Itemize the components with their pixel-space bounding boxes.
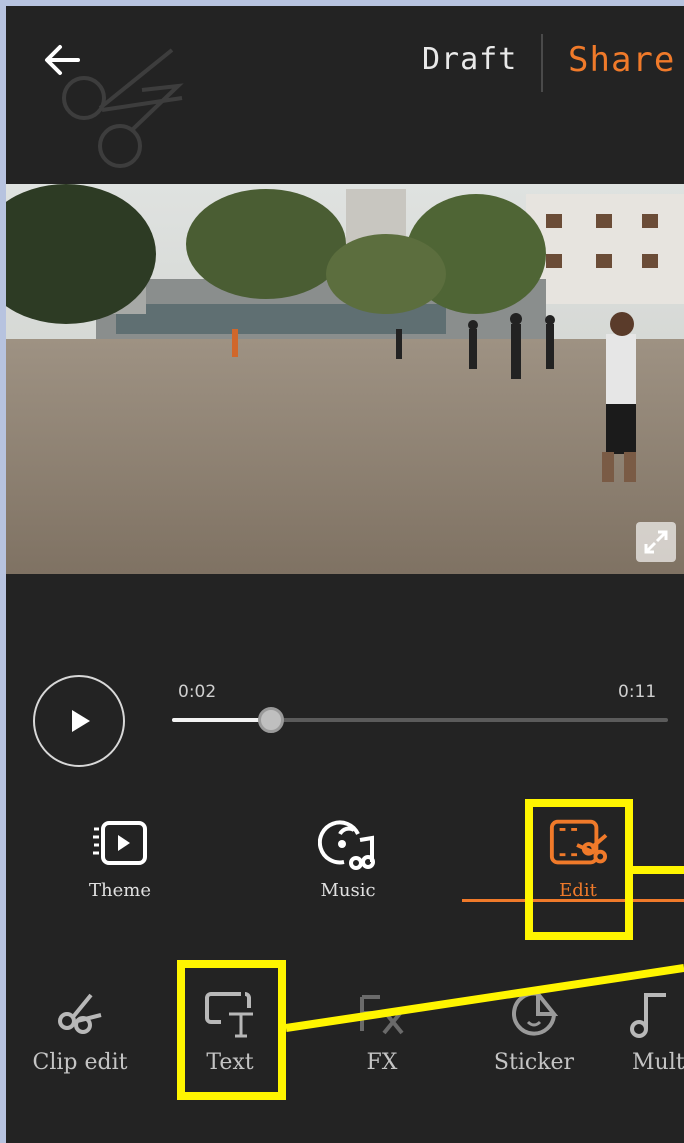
fx-icon <box>360 995 404 1035</box>
play-icon <box>72 710 90 732</box>
back-arrow-icon <box>45 45 80 75</box>
tab-theme-label: Theme <box>89 880 151 901</box>
sticker-icon <box>512 988 559 1036</box>
draft-button[interactable]: Draft <box>422 42 517 77</box>
scissors-icon <box>58 993 102 1034</box>
seek-bar[interactable] <box>172 707 668 733</box>
seek-bar-thumb[interactable] <box>258 707 284 733</box>
tool-multi[interactable]: Multi <box>610 986 684 1075</box>
tool-multi-label: Multi <box>632 1050 684 1075</box>
music-note-icon <box>630 993 666 1038</box>
back-button[interactable] <box>36 34 88 86</box>
tab-music-label: Music <box>320 880 376 901</box>
highlight-box-edit <box>525 799 633 940</box>
tool-sticker-label: Sticker <box>493 1050 575 1075</box>
tool-sticker[interactable]: Sticker <box>474 986 594 1075</box>
current-time: 0:02 <box>178 682 217 702</box>
tool-fx[interactable]: FX <box>322 986 442 1075</box>
share-button[interactable]: Share <box>568 40 675 80</box>
tool-clip-edit-label: Clip edit <box>32 1050 128 1075</box>
theme-icon <box>93 821 147 865</box>
app-screen: Draft Share 0:02 0:11 Theme Music Edit C… <box>6 6 684 1143</box>
tool-clip-edit[interactable]: Clip edit <box>20 986 140 1075</box>
tab-theme[interactable]: Theme <box>60 814 180 901</box>
expand-icon <box>644 530 668 554</box>
seek-bar-progress <box>172 718 271 722</box>
music-icon <box>318 820 375 870</box>
play-button[interactable] <box>33 675 125 767</box>
tab-music[interactable]: Music <box>288 814 408 901</box>
video-preview[interactable] <box>6 184 684 574</box>
tool-fx-label: FX <box>366 1050 398 1075</box>
fullscreen-button[interactable] <box>636 522 676 562</box>
header: Draft Share <box>6 6 684 168</box>
header-divider <box>541 34 543 92</box>
video-frame-image <box>6 184 684 574</box>
highlight-box-text <box>177 960 286 1100</box>
total-time: 0:11 <box>618 682 657 702</box>
